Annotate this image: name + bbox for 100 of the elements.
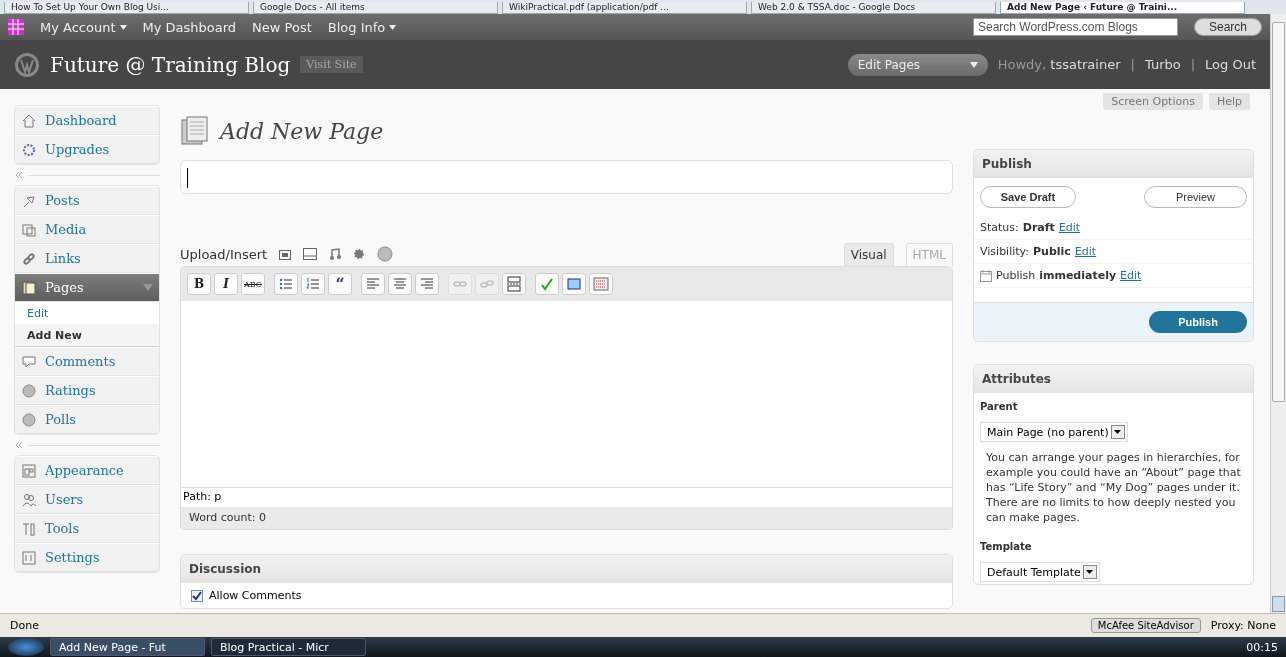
- screen-meta-tab[interactable]: Screen Options: [1103, 93, 1203, 110]
- status-text: Done: [10, 619, 39, 632]
- toolbar-button[interactable]: [274, 273, 298, 295]
- settings-icon: [21, 549, 37, 566]
- text-cursor: [187, 168, 189, 188]
- search-field[interactable]: Search WordPress.com Blogs: [972, 18, 1178, 36]
- toolbar-button[interactable]: [502, 273, 526, 295]
- panel-title: Publish: [974, 150, 1253, 178]
- save-draft-button[interactable]: Save Draft: [980, 186, 1076, 208]
- sidebar-item[interactable]: Tools: [15, 514, 159, 543]
- page-break-icon: [506, 276, 522, 292]
- sidebar-item[interactable]: Pages: [15, 273, 159, 302]
- panel-title: Discussion: [181, 555, 952, 583]
- user-link[interactable]: tssatrainer: [1050, 57, 1121, 72]
- edit-link[interactable]: Edit: [1120, 269, 1142, 282]
- collapse-icon[interactable]: [14, 170, 24, 180]
- toolbar-button[interactable]: [562, 273, 586, 295]
- numbered-list-icon: [305, 276, 321, 292]
- publish-button[interactable]: Publish: [1149, 311, 1247, 333]
- greeting: Howdy, tssatrainer: [997, 57, 1121, 72]
- sidebar-item[interactable]: Ratings: [15, 376, 159, 405]
- publish-setting: Status: Draft Edit: [974, 216, 1253, 240]
- clock: 00:15: [1246, 640, 1278, 654]
- submenu-item[interactable]: Add New: [15, 324, 159, 346]
- browser-tab[interactable]: Add New Page ‹ Future @ Traini...: [1000, 2, 1245, 14]
- sidebar-item[interactable]: Users: [15, 485, 159, 514]
- link-icon: [21, 250, 37, 267]
- browser-tab[interactable]: WikiPractical.pdf (application/pdf ...: [502, 2, 747, 14]
- title-field[interactable]: [180, 160, 953, 194]
- browser-tab[interactable]: Web 2.0 & TSSA.doc - Google Docs: [751, 2, 996, 14]
- browser-tab[interactable]: How To Set Up Your Own Blog Usi...: [4, 2, 249, 14]
- browser-tab[interactable]: Google Docs - All items: [253, 2, 498, 14]
- menu-item[interactable]: New Post: [252, 19, 312, 35]
- toolbar-toggle-icon: [593, 276, 609, 292]
- parent-select[interactable]: Main Page (no parent): [980, 422, 1128, 442]
- separator: |: [1130, 57, 1135, 72]
- siteadvisor-button[interactable]: McAfee SiteAdvisor: [1090, 618, 1201, 633]
- sidebar-item[interactable]: Upgrades: [15, 135, 159, 164]
- toolbar-button[interactable]: [415, 273, 439, 295]
- menu-item[interactable]: Blog Info: [327, 19, 397, 35]
- toolbar-button[interactable]: [388, 273, 412, 295]
- toolbar-button[interactable]: [535, 273, 559, 295]
- menu-item[interactable]: My Dashboard: [142, 19, 237, 35]
- image-icon[interactable]: [279, 250, 292, 260]
- header-link[interactable]: Log Out: [1205, 57, 1256, 72]
- format-button[interactable]: B: [187, 273, 211, 295]
- star-burst-icon[interactable]: [353, 248, 366, 260]
- music-icon[interactable]: [329, 248, 342, 260]
- publish-setting: Visibility: Public Edit: [974, 240, 1253, 264]
- edit-pages-dropdown[interactable]: Edit Pages: [847, 53, 988, 76]
- circle-icon[interactable]: [377, 246, 394, 262]
- align-left-icon: [365, 276, 381, 292]
- preview-button[interactable]: Preview: [1144, 186, 1247, 208]
- format-button[interactable]: “: [328, 273, 352, 295]
- caret-icon: [1086, 570, 1094, 574]
- word-count: Word count: 0: [181, 507, 952, 529]
- spellcheck-icon: [539, 276, 555, 292]
- align-center-icon: [392, 276, 408, 292]
- collapse-icon[interactable]: [14, 440, 24, 450]
- taskbar-window[interactable]: Blog Practical - Micr: [211, 638, 366, 656]
- caret-icon: [143, 284, 153, 291]
- sidebar-item[interactable]: Polls: [15, 405, 159, 434]
- list-icon: [278, 276, 294, 292]
- toolbar-button[interactable]: [589, 273, 613, 295]
- header-link[interactable]: Turbo: [1144, 57, 1181, 72]
- editor-tab[interactable]: Visual: [843, 243, 894, 266]
- video-icon[interactable]: [303, 248, 318, 260]
- field-label: Template: [979, 540, 1033, 554]
- sidebar-item[interactable]: Posts: [15, 186, 159, 215]
- pages-icon: [180, 116, 210, 146]
- fullscreen-icon: [566, 276, 582, 292]
- submenu-item[interactable]: Edit: [15, 302, 159, 324]
- search-button[interactable]: Search: [1193, 18, 1262, 36]
- sidebar-item[interactable]: Settings: [15, 543, 159, 572]
- screen-meta-tab[interactable]: Help: [1208, 93, 1250, 110]
- visit-site-button[interactable]: Visit Site: [300, 56, 363, 73]
- toolbar-button[interactable]: [361, 273, 385, 295]
- publish-setting: Publish immediately Edit: [974, 264, 1253, 288]
- sidebar-item[interactable]: Dashboard: [15, 106, 159, 135]
- wordpress-logo-icon: [14, 51, 40, 78]
- media-icon: [21, 221, 37, 238]
- format-button[interactable]: ABC: [241, 273, 265, 295]
- template-select[interactable]: Default Template: [980, 562, 1100, 582]
- scrollbar[interactable]: [1270, 14, 1286, 613]
- page-title: Add New Page: [220, 118, 384, 144]
- taskbar-window[interactable]: Add New Page - Fut: [50, 638, 205, 656]
- format-button[interactable]: I: [214, 273, 238, 295]
- appearance-icon: [21, 462, 37, 479]
- toolbar-button[interactable]: [301, 273, 325, 295]
- circle-icon: [21, 382, 37, 399]
- sidebar-item[interactable]: Appearance: [15, 456, 159, 485]
- sidebar-item[interactable]: Media: [15, 215, 159, 244]
- checkbox-label: Allow Comments: [209, 589, 302, 602]
- start-button[interactable]: [8, 638, 44, 656]
- edit-link[interactable]: Edit: [1058, 221, 1081, 234]
- users-icon: [21, 491, 37, 508]
- edit-link[interactable]: Edit: [1074, 245, 1097, 258]
- menu-item[interactable]: My Account: [40, 19, 127, 35]
- checkbox[interactable]: [191, 589, 203, 602]
- sidebar-item[interactable]: Comments: [15, 347, 159, 376]
